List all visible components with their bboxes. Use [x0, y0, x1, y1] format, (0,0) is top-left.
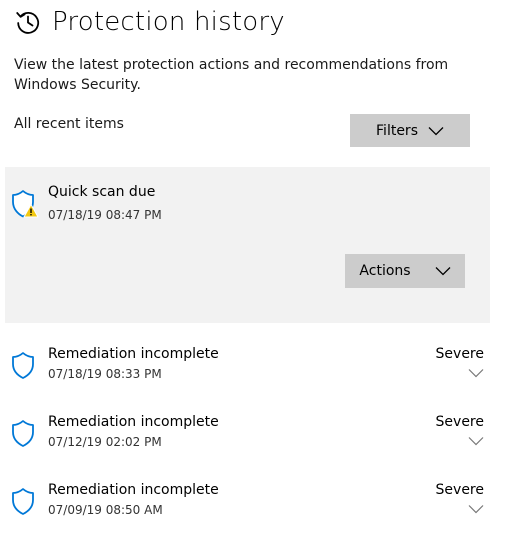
expanded-item-time: 07/18/19 08:47 PM [48, 208, 162, 222]
page-title: Protection history [52, 7, 285, 37]
history-item-time: 07/18/19 08:33 PM [48, 367, 162, 381]
severity-label: Severe [435, 414, 484, 430]
history-item[interactable]: Remediation incomplete 07/18/19 08:33 PM… [5, 343, 490, 403]
chevron-down-icon [435, 267, 451, 276]
expanded-history-item[interactable]: Quick scan due 07/18/19 08:47 PM Actions [5, 167, 490, 323]
list-heading: All recent items [14, 116, 124, 132]
filters-button-label: Filters [376, 122, 418, 139]
shield-icon [12, 352, 34, 379]
history-item-title: Remediation incomplete [48, 414, 219, 430]
history-item[interactable]: Remediation incomplete 07/09/19 08:50 AM… [5, 479, 490, 539]
history-item[interactable]: Remediation incomplete 07/12/19 02:02 PM… [5, 411, 490, 471]
expanded-item-title: Quick scan due [48, 184, 156, 200]
history-item-time: 07/12/19 02:02 PM [48, 435, 162, 449]
chevron-down-icon[interactable] [468, 436, 484, 446]
shield-icon [12, 420, 34, 447]
chevron-down-icon [428, 126, 444, 135]
filters-button[interactable]: Filters [350, 114, 470, 147]
shield-icon [12, 488, 34, 515]
page-header: Protection history [14, 7, 285, 37]
history-item-title: Remediation incomplete [48, 346, 219, 362]
shield-warning-icon [12, 190, 39, 218]
actions-button-label: Actions [359, 263, 411, 279]
history-item-time: 07/09/19 08:50 AM [48, 503, 163, 517]
page-description: View the latest protection actions and r… [14, 57, 449, 93]
severity-label: Severe [435, 482, 484, 498]
chevron-down-icon[interactable] [468, 504, 484, 514]
history-icon [16, 12, 40, 34]
history-item-title: Remediation incomplete [48, 482, 219, 498]
chevron-down-icon[interactable] [468, 368, 484, 378]
severity-label: Severe [435, 346, 484, 362]
actions-button[interactable]: Actions [345, 254, 465, 288]
